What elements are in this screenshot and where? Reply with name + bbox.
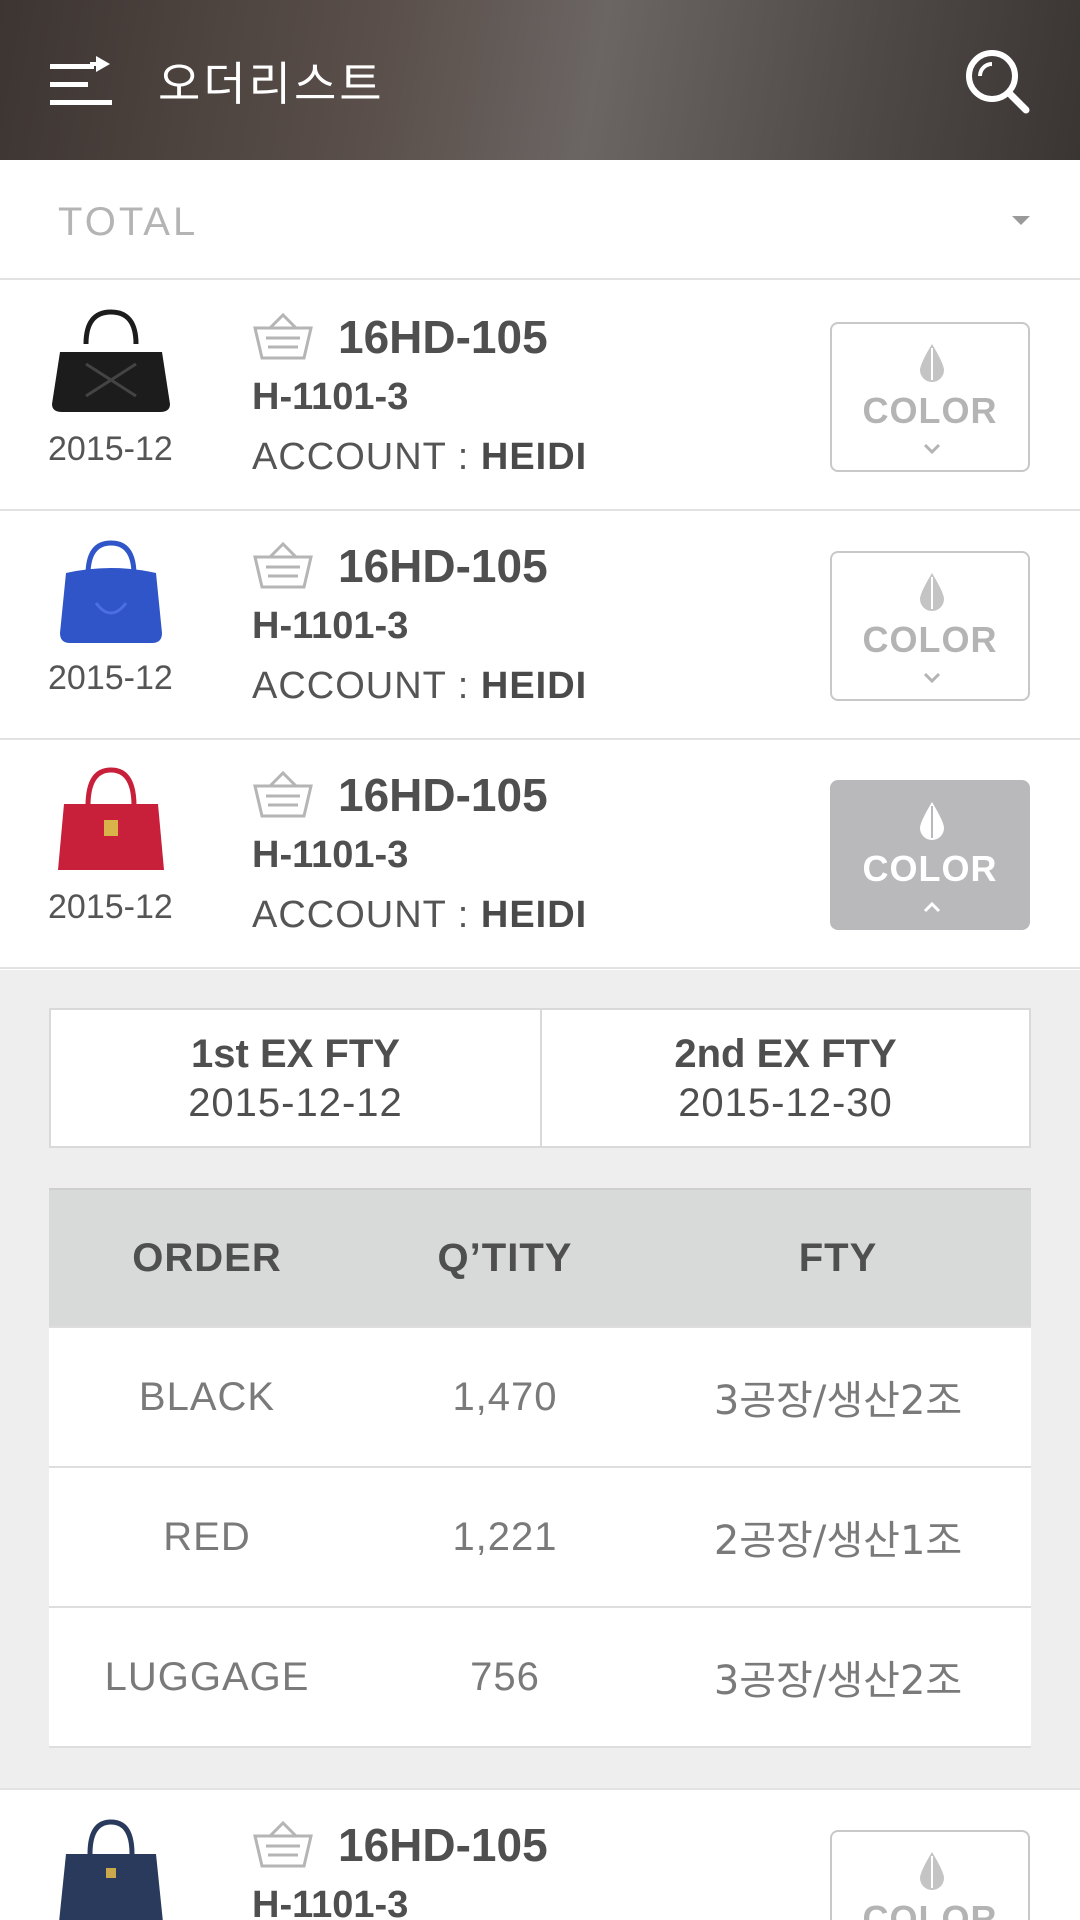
account-line: ACCOUNT : HEIDI (252, 894, 588, 936)
style-number: H-1101-3 (252, 834, 409, 876)
order-number: 16HD-105 (338, 1819, 548, 1871)
drop-icon (920, 1852, 944, 1890)
basket-icon (253, 312, 313, 360)
table-row: BLACK 1,470 3공장/생산2조 (49, 1328, 1031, 1468)
order-color-cell: LUGGAGE (104, 1654, 310, 1699)
order-list-item[interactable]: 2015-12 16HD-105 H-1101-3 ACCOUNT : HEID… (0, 511, 1080, 740)
order-color-cell: RED (163, 1514, 251, 1559)
order-number: 16HD-105 (338, 769, 548, 821)
color-button-label: COLOR (862, 619, 998, 660)
account-value: HEIDI (480, 436, 588, 478)
color-button-label: COLOR (862, 848, 998, 889)
order-number: 16HD-105 (338, 540, 548, 592)
order-date: 2015-12 (48, 888, 173, 926)
color-toggle-button[interactable]: COLOR (830, 322, 1030, 472)
account-value: HEIDI (480, 665, 588, 707)
chevron-down-icon (923, 672, 941, 684)
bag-thumbnail (52, 309, 170, 412)
menu-icon[interactable] (50, 50, 114, 112)
order-date: 2015-12 (48, 430, 173, 468)
color-quantity-table: ORDER Q’TITY FTY BLACK 1,470 3공장/생산2조 RE… (49, 1188, 1031, 1748)
first-ex-fty: 1st EX FTY 2015-12-12 (188, 1032, 403, 1125)
color-toggle-button[interactable]: COLOR (830, 551, 1030, 701)
table-row: RED 1,221 2공장/생산1조 (49, 1468, 1031, 1608)
quantity-cell: 756 (470, 1654, 540, 1699)
page-title: 오더리스트 (158, 57, 385, 111)
basket-icon (253, 1820, 313, 1868)
column-header: Q’TITY (437, 1235, 573, 1280)
drop-icon (920, 802, 944, 840)
chevron-down-icon (1012, 216, 1030, 225)
factory-cell: 3공장/생산2조 (713, 1378, 963, 1424)
style-number: H-1101-3 (252, 1884, 409, 1920)
app-header: 오더리스트 (0, 0, 1080, 160)
drop-icon (920, 573, 944, 611)
search-icon[interactable] (962, 46, 1032, 116)
account-line: ACCOUNT : HEIDI (252, 436, 588, 478)
factory-cell: 3공장/생산2조 (713, 1658, 963, 1704)
color-toggle-button[interactable]: COLOR (830, 780, 1030, 930)
total-filter-dropdown[interactable]: TOTAL (0, 160, 1080, 280)
table-row: LUGGAGE 756 3공장/생산2조 (49, 1608, 1031, 1748)
color-button-label: COLOR (862, 390, 998, 431)
bag-thumbnail (58, 767, 164, 870)
order-list-item[interactable]: 2015-12 16HD-105 H-1101-3 ACCOUNT : HEID… (0, 740, 1080, 969)
order-number: 16HD-105 (338, 311, 548, 363)
quantity-cell: 1,470 (452, 1374, 558, 1419)
basket-icon (253, 541, 313, 589)
drop-icon (920, 344, 944, 382)
style-number: H-1101-3 (252, 605, 409, 647)
bag-thumbnail (59, 1819, 163, 1920)
order-detail-panel: 1st EX FTY 2015-12-12 2nd EX FTY 2015-12… (0, 970, 1080, 1790)
filter-label: TOTAL (58, 200, 199, 244)
ex-factory-dates: 1st EX FTY 2015-12-12 2nd EX FTY 2015-12… (49, 1008, 1031, 1148)
column-header: FTY (798, 1235, 878, 1280)
order-list-item[interactable]: 16HD-105 H-1101-3 COLOR (0, 1790, 1080, 1920)
account-value: HEIDI (480, 894, 588, 936)
account-line: ACCOUNT : HEIDI (252, 665, 588, 707)
chevron-down-icon (923, 443, 941, 455)
factory-cell: 2공장/생산1조 (713, 1518, 963, 1564)
order-color-cell: BLACK (138, 1374, 276, 1419)
bag-thumbnail (60, 540, 162, 643)
color-button-label: COLOR (862, 1898, 998, 1920)
table-header: ORDER Q’TITY FTY (49, 1188, 1031, 1328)
order-list-item[interactable]: 2015-12 16HD-105 H-1101-3 ACCOUNT : HEID… (0, 282, 1080, 511)
basket-icon (253, 770, 313, 818)
color-toggle-button[interactable]: COLOR (830, 1830, 1030, 1920)
order-date: 2015-12 (48, 659, 173, 697)
chevron-up-icon (923, 901, 941, 913)
style-number: H-1101-3 (252, 376, 409, 418)
second-ex-fty: 2nd EX FTY 2015-12-30 (540, 1010, 1029, 1146)
column-header: ORDER (132, 1235, 282, 1280)
quantity-cell: 1,221 (452, 1514, 558, 1559)
